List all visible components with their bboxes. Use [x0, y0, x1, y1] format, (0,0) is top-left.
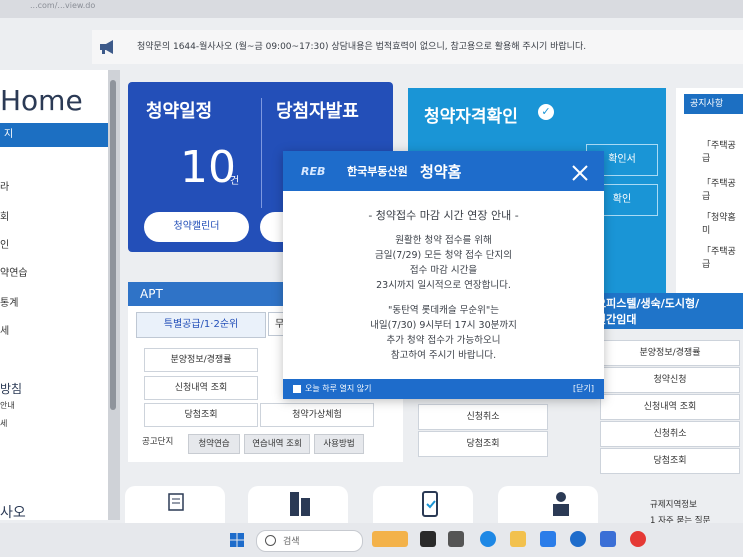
search-icon [265, 535, 276, 546]
folder-icon[interactable] [510, 531, 526, 547]
right-link[interactable]: 규제지역정보 [650, 498, 697, 510]
apt-sub-button[interactable]: 연습내역 조회 [244, 434, 310, 454]
right-link[interactable]: 1 자주 묻는 질문 [650, 514, 710, 523]
left-nav-item[interactable]: 안내 [0, 400, 15, 411]
winner-title[interactable]: 당첨자발표 [276, 97, 359, 123]
apt-cell[interactable]: 분양정보/경쟁률 [144, 348, 258, 372]
dont-show-today-label[interactable]: 오늘 하루 열지 않기 [305, 383, 372, 394]
bottom-card[interactable] [373, 486, 473, 523]
tab-special-supply[interactable]: 특별공급/1·2순위 [136, 312, 266, 338]
store-icon[interactable] [540, 531, 556, 547]
modal-heading: - 청약접수 마감 시간 연장 안내 - [368, 209, 519, 222]
modal-line: 추가 청약 접수가 가능하오니 [386, 335, 501, 346]
modal-line: 23시까지 일시적으로 연장합니다. [376, 280, 511, 291]
left-nav: Home 지 라 회 인 약연습 통계 세 방침 안내 세 사오 [0, 70, 108, 522]
building-icon [290, 492, 310, 516]
apt-cell[interactable]: 청약가상체험 [260, 403, 374, 427]
notice-text: 청약문의 1644-월사사오 (월~금 09:00~17:30) 상담내용은 법… [137, 42, 587, 52]
url-bar[interactable]: ...com/...view.do [0, 0, 743, 18]
chrome-icon[interactable] [630, 531, 646, 547]
bottom-cards: 규제지역정보 1 자주 묻는 질문 [120, 480, 743, 523]
modal-body: - 청약접수 마감 시간 연장 안내 - 원활한 청약 접수를 위해 금일(7/… [283, 199, 604, 363]
widget-icon[interactable] [372, 531, 408, 547]
announcements-panel: 공지사항 「주택공급 「주택공급 「청약홈 미 「주택공급 [676, 88, 743, 298]
left-nav-item[interactable]: 약연습 [0, 264, 28, 279]
officetel-cell[interactable]: 분양정보/경쟁률 [600, 340, 740, 366]
left-nav-active-item[interactable]: 지 [0, 123, 108, 147]
windows-start-icon[interactable] [230, 533, 244, 547]
modal-footer: 오늘 하루 열지 않기 [닫기] [283, 379, 604, 399]
dont-show-today-checkbox[interactable] [293, 385, 301, 393]
schedule-count: 10 [180, 142, 236, 193]
announcement-row[interactable]: 「주택공급 [702, 244, 743, 270]
scrollbar-thumb[interactable] [110, 80, 116, 410]
modal-line: 내일(7/30) 9시부터 17시 30분까지 [370, 320, 517, 331]
officetel-header-line: 오피스텔/생숙/도시형/ [596, 297, 700, 310]
close-icon[interactable] [570, 163, 590, 183]
modal-line: 접수 마감 시간을 [409, 265, 478, 276]
scrollbar[interactable] [108, 70, 120, 520]
browser-viewport: ...com/...view.do 청약문의 1644-월사사오 (월~금 09… [0, 0, 743, 523]
left-nav-item[interactable]: 방침 [0, 380, 22, 397]
megaphone-icon [100, 40, 113, 54]
bottom-card[interactable] [498, 486, 598, 523]
officetel-cell[interactable]: 신청내역 조회 [600, 394, 740, 420]
modal-header: REB 한국부동산원 청약홈 [283, 151, 604, 191]
card-divider [261, 98, 262, 208]
document-hand-icon [168, 493, 184, 511]
modal-line: 참고하여 주시기 바랍니다. [390, 350, 497, 361]
app-icon[interactable] [448, 531, 464, 547]
taskbar: 검색 [0, 523, 743, 557]
phone-check-icon [422, 491, 438, 517]
announcement-row[interactable]: 「주택공급 [702, 176, 743, 202]
reb-logo: REB [301, 165, 326, 178]
announcements-header[interactable]: 공지사항 [684, 94, 743, 114]
app-icon[interactable] [570, 531, 586, 547]
officetel-cell[interactable]: 청약신청 [600, 367, 740, 393]
modal-line: "동탄역 롯데캐슬 무순위"는 [388, 305, 499, 316]
person-icon [553, 492, 569, 516]
bottom-card[interactable] [248, 486, 348, 523]
announcement-row[interactable]: 「청약홈 미 [702, 210, 743, 236]
edge-icon[interactable] [480, 531, 496, 547]
task-view-icon[interactable] [420, 531, 436, 547]
left-nav-item[interactable]: 회 [0, 208, 9, 223]
middle-cell[interactable]: 당첨조회 [418, 431, 548, 457]
left-nav-item[interactable]: 라 [0, 178, 9, 193]
bottom-card[interactable] [125, 486, 225, 523]
apt-cell[interactable]: 신청내역 조회 [144, 376, 258, 400]
taskbar-search[interactable]: 검색 [256, 530, 363, 552]
modal-line: 원활한 청약 접수를 위해 [395, 235, 492, 246]
left-nav-item[interactable]: 인 [0, 236, 9, 251]
middle-cell[interactable]: 신청취소 [418, 404, 548, 430]
check-circle-icon: ✓ [538, 104, 554, 120]
modal-org-name: 한국부동산원 [347, 165, 408, 178]
schedule-title[interactable]: 청약일정 [146, 97, 212, 123]
officetel-header: 오피스텔/생숙/도시형/ 민간임대 [590, 293, 743, 329]
officetel-cell[interactable]: 신청취소 [600, 421, 740, 447]
announcement-row[interactable]: 「주택공급 [702, 138, 743, 164]
apt-sub-button[interactable]: 사용방법 [314, 434, 364, 454]
apt-sub-label: 공고단지 [142, 437, 174, 447]
modal-app-name: 청약홈 [420, 163, 462, 181]
modal-line: 금일(7/29) 모든 청약 접수 단지의 [375, 250, 512, 261]
taskbar-search-text: 검색 [283, 537, 300, 547]
notice-bar: 청약문의 1644-월사사오 (월~금 09:00~17:30) 상담내용은 법… [92, 30, 743, 64]
close-link[interactable]: [닫기] [573, 383, 594, 394]
officetel-cell[interactable]: 당첨조회 [600, 448, 740, 474]
left-nav-item[interactable]: 사오 [0, 502, 26, 522]
officetel-header-line: 민간임대 [596, 313, 637, 326]
left-nav-item[interactable]: 세 [0, 322, 9, 337]
schedule-count-unit: 건 [230, 176, 240, 187]
left-nav-item[interactable]: 통계 [0, 294, 18, 309]
calendar-button[interactable]: 청약캘린더 [144, 212, 249, 242]
left-nav-item[interactable]: 세 [0, 418, 7, 429]
apt-cell[interactable]: 당첨조회 [144, 403, 258, 427]
app-icon[interactable] [600, 531, 616, 547]
notice-modal: REB 한국부동산원 청약홈 - 청약접수 마감 시간 연장 안내 - 원활한 … [283, 151, 604, 399]
eligibility-title[interactable]: 청약자격확인 [424, 102, 518, 127]
apt-sub-button[interactable]: 청약연습 [188, 434, 240, 454]
home-heading: Home [0, 84, 83, 117]
